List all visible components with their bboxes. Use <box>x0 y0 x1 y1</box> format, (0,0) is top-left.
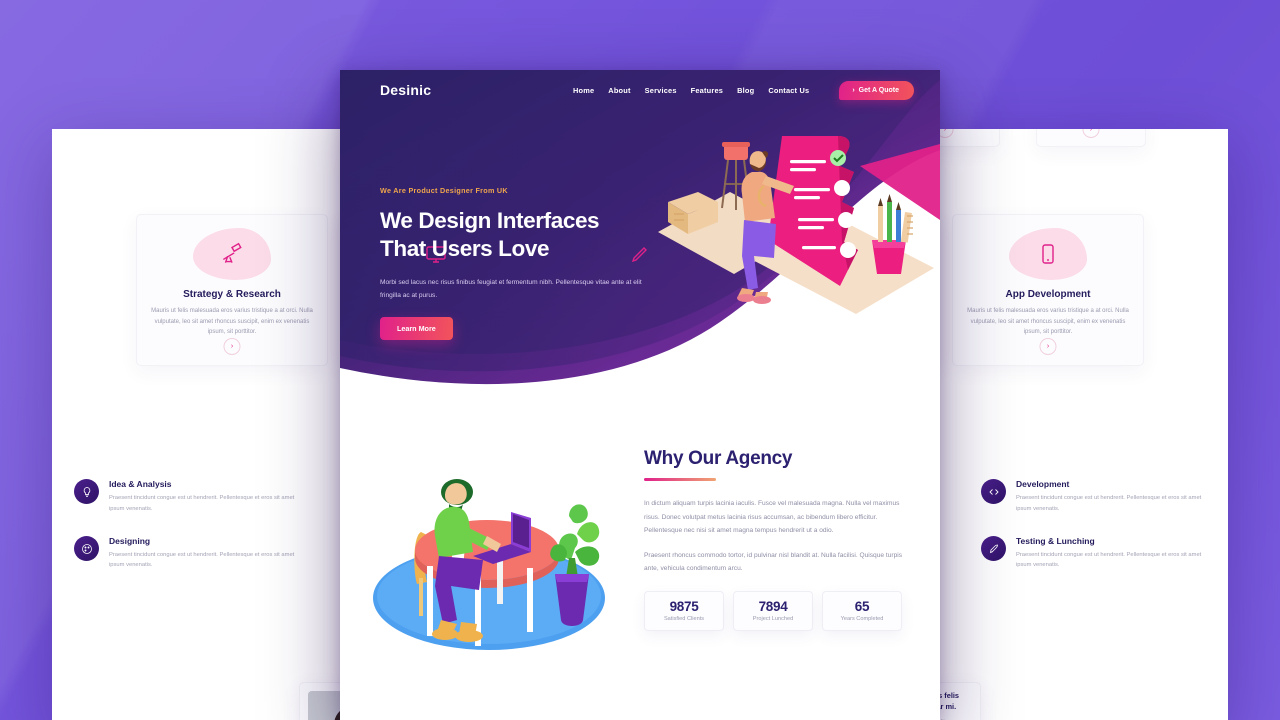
futures-right-column: Development Praesent tincidunt congue es… <box>981 479 1206 571</box>
stat-card: 9875 Satisfied Clients <box>644 590 724 631</box>
future-item-title: Designing <box>109 536 151 546</box>
stat-value: 65 <box>854 599 870 615</box>
chevron-right-icon: › <box>852 86 855 94</box>
nav-item-features[interactable]: Features <box>691 86 723 95</box>
stat-card: 65 Years Completed <box>822 590 902 631</box>
hero-title-line-1: We Design Interfaces <box>380 208 600 233</box>
hero-body: Morbi sed lacus nec risus finibus feugia… <box>380 279 642 300</box>
arrow-right-icon[interactable]: › <box>1082 129 1100 138</box>
get-a-quote-button[interactable]: › Get A Quote <box>839 80 914 100</box>
navbar: Desinic Home About Services Features Blo… <box>340 70 940 110</box>
future-item-body: Praesent tincidunt congue est ut hendrer… <box>109 552 295 569</box>
lightbulb-icon <box>74 479 99 505</box>
why-paragraph-2: Praesent rhoncus commodo tortor, id pulv… <box>644 551 903 573</box>
man-at-desk-with-laptop-illustration <box>340 448 640 720</box>
rocket-icon <box>981 536 1006 561</box>
hero-title: We Design Interfaces That Users Love <box>380 207 670 263</box>
future-item-body: Praesent tincidunt congue est ut hendrer… <box>109 495 295 512</box>
learn-more-button[interactable]: Learn More <box>380 316 453 340</box>
woman-with-checklist-illustration <box>656 128 940 333</box>
future-item-body: Praesent tincidunt congue est ut hendrer… <box>1016 552 1202 569</box>
hero-copy: We Are Product Designer From UK We Desig… <box>380 186 670 340</box>
future-item-body: Praesent tincidunt congue est ut hendrer… <box>1016 495 1202 512</box>
mobile-icon <box>1009 228 1087 280</box>
arrow-right-icon[interactable]: › <box>1039 338 1057 355</box>
spec-card[interactable]: Strategy & Research Mauris ut felis male… <box>136 214 328 366</box>
stats-row: 9875 Satisfied Clients 7894 Project Lunc… <box>644 590 902 631</box>
spec-card-body: Mauris ut felis malesuada eros varius tr… <box>151 308 313 335</box>
nav-links: Home About Services Features Blog Contac… <box>573 80 914 100</box>
title-underline <box>644 478 716 481</box>
foreground-website-page: Desinic Home About Services Features Blo… <box>340 70 940 720</box>
palette-icon <box>74 536 99 561</box>
why-paragraph-1: In dictum aliquam turpis lacinia iaculis… <box>644 500 900 535</box>
stat-value: 9875 <box>669 599 699 615</box>
telescope-icon <box>193 228 271 280</box>
arrow-right-icon[interactable]: › <box>223 338 241 355</box>
future-item-title: Idea & Analysis <box>109 479 172 490</box>
spec-card-title: App Development <box>1005 289 1091 300</box>
future-item-title: Development <box>1016 479 1070 490</box>
future-item[interactable]: Designing Praesent tincidunt congue est … <box>74 536 299 571</box>
stat-label: Years Completed <box>840 616 884 623</box>
hero-section: Desinic Home About Services Features Blo… <box>340 70 940 420</box>
nav-item-blog[interactable]: Blog <box>737 86 754 95</box>
get-a-quote-label: Get A Quote <box>858 86 899 94</box>
nav-item-services[interactable]: Services <box>645 86 677 95</box>
stat-label: Satisfied Clients <box>663 616 705 623</box>
spec-card-title: Strategy & Research <box>183 289 281 300</box>
future-item[interactable]: Idea & Analysis Praesent tincidunt congu… <box>74 479 299 514</box>
spec-card-body: Mauris ut felis malesuada eros varius tr… <box>967 308 1129 335</box>
future-item-title: Testing & Lunching <box>1016 536 1095 546</box>
stat-value: 7894 <box>758 599 788 615</box>
futures-left-column: Idea & Analysis Praesent tincidunt congu… <box>74 479 299 571</box>
nav-item-about[interactable]: About <box>608 86 630 95</box>
hero-eyebrow: We Are Product Designer From UK <box>380 186 508 195</box>
site-logo[interactable]: Desinic <box>380 82 431 98</box>
spec-card[interactable]: App Development Mauris ut felis malesuad… <box>952 214 1144 366</box>
why-our-agency-section: Why Our Agency In dictum aliquam turpis … <box>340 420 940 720</box>
stat-label: Project Lunched <box>752 616 794 623</box>
stat-card: 7894 Project Lunched <box>733 590 813 631</box>
why-title: Why Our Agency <box>644 448 793 469</box>
future-item[interactable]: Testing & Lunching Praesent tincidunt co… <box>981 536 1206 571</box>
hero-title-line-2: That Users Love <box>380 236 550 262</box>
nav-item-contact-us[interactable]: Contact Us <box>768 86 809 95</box>
why-our-agency-content: Why Our Agency In dictum aliquam turpis … <box>640 448 940 720</box>
spec-card-partial-top-2[interactable]: › <box>1036 129 1146 147</box>
code-icon <box>981 479 1006 505</box>
future-item[interactable]: Development Praesent tincidunt congue es… <box>981 479 1206 514</box>
nav-item-home[interactable]: Home <box>573 86 594 95</box>
